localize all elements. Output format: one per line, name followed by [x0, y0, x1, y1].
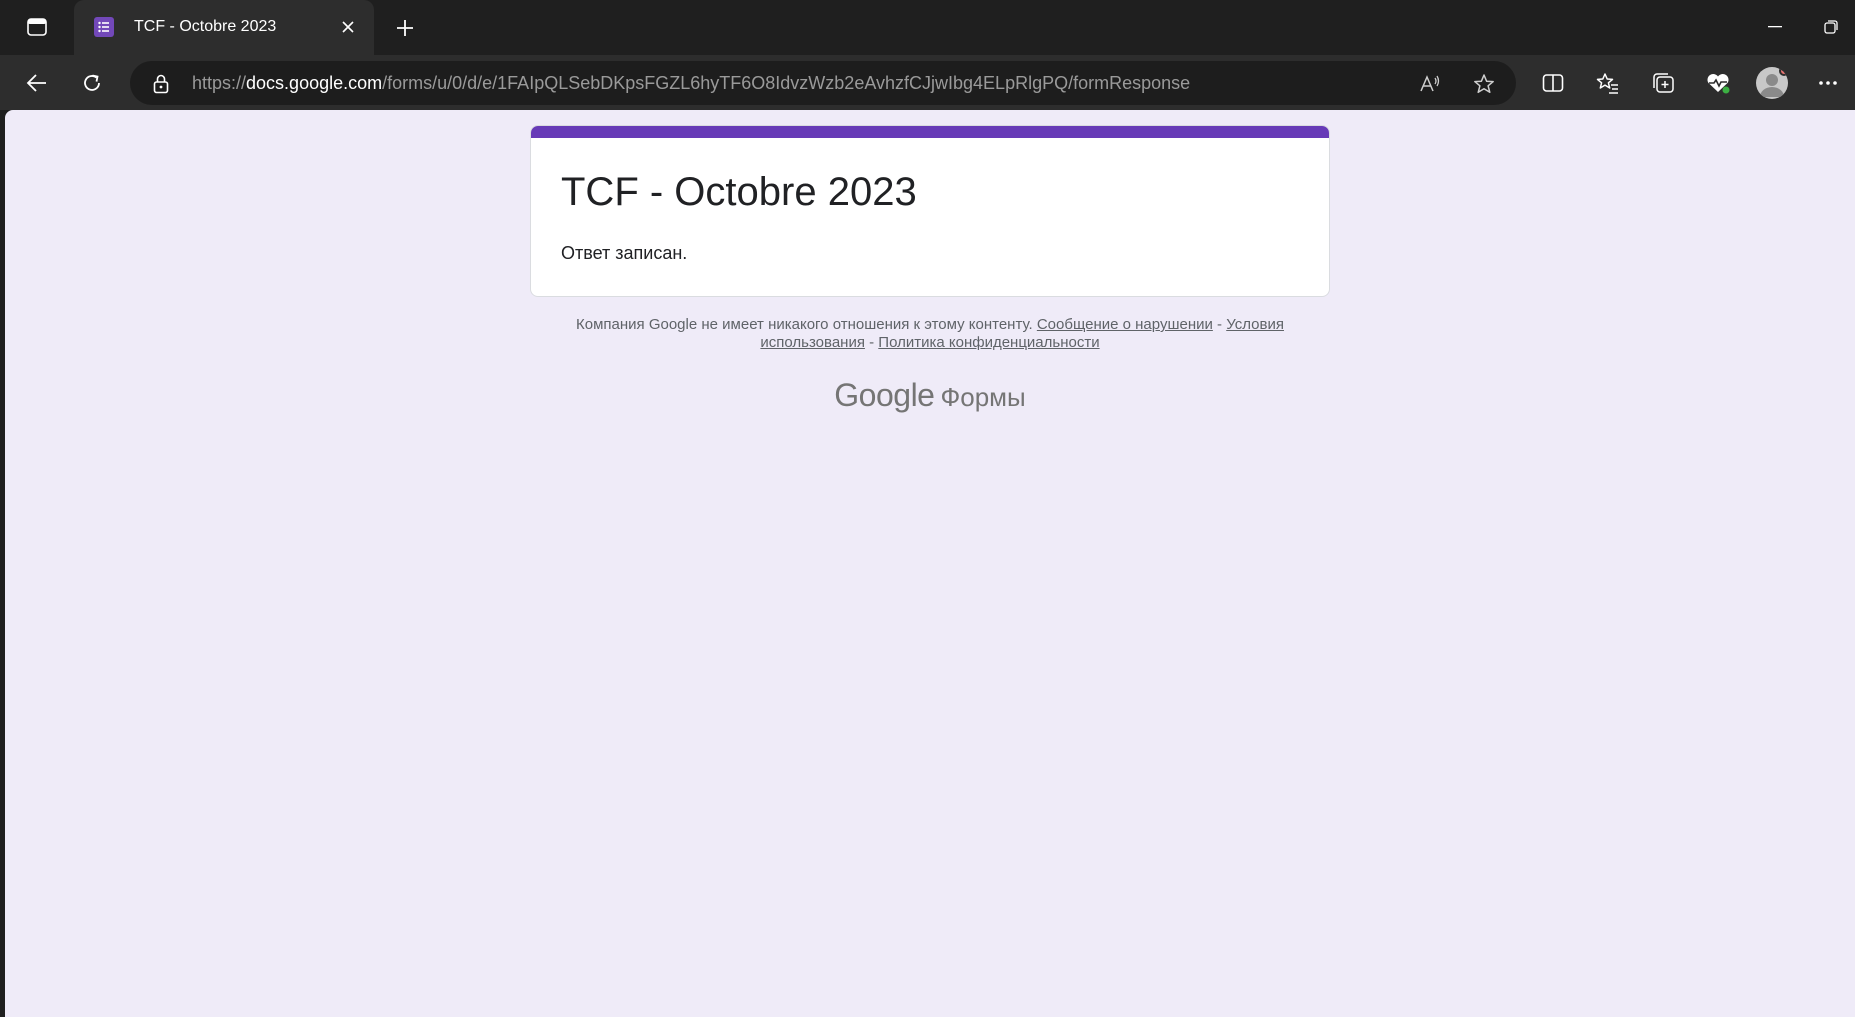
tab-actions-button[interactable]: [22, 14, 52, 40]
forms-wordmark: Формы: [940, 382, 1026, 412]
favorites-list-icon: [1596, 73, 1618, 94]
refresh-icon: [84, 74, 100, 91]
more-dots-icon: [1819, 81, 1837, 85]
separator: -: [1217, 316, 1223, 333]
back-arrow-icon: [26, 74, 46, 92]
plus-icon: [397, 20, 413, 36]
read-aloud-icon: [1420, 75, 1440, 92]
report-abuse-link[interactable]: Сообщение о нарушении: [1037, 316, 1213, 333]
split-screen-icon: [1542, 74, 1564, 92]
active-tab[interactable]: TCF - Octobre 2023: [74, 0, 374, 55]
minimize-window-button[interactable]: [1762, 16, 1788, 38]
browser-essentials-button[interactable]: [1699, 64, 1737, 102]
disclaimer-text: Компания Google не имеет никакого отноше…: [576, 316, 1033, 333]
restore-icon: [1824, 20, 1838, 34]
tab-actions-icon: [27, 18, 47, 36]
close-icon: [342, 21, 354, 33]
collections-icon: [1653, 73, 1674, 93]
read-aloud-button[interactable]: [1416, 70, 1444, 98]
url-host: docs.google.com: [246, 73, 383, 93]
minimize-icon: [1768, 26, 1782, 28]
tab-title: TCF - Octobre 2023: [134, 18, 277, 35]
page-content: TCF - Octobre 2023 Ответ записан. Компан…: [5, 110, 1855, 1017]
back-button[interactable]: [18, 64, 56, 102]
google-wordmark: Google: [834, 377, 935, 413]
restore-window-button[interactable]: [1818, 16, 1844, 38]
collections-button[interactable]: [1644, 64, 1682, 102]
tab-strip: TCF - Octobre 2023: [0, 0, 1855, 55]
url-text[interactable]: https://docs.google.com/forms/u/0/d/e/1F…: [192, 73, 1190, 94]
refresh-button[interactable]: [73, 64, 111, 102]
google-forms-logo[interactable]: Google Формы: [530, 377, 1330, 414]
separator: -: [869, 334, 875, 351]
response-recorded-message: Ответ записан.: [561, 243, 688, 263]
settings-more-button[interactable]: [1809, 64, 1847, 102]
star-icon: [1474, 74, 1494, 94]
close-tab-button[interactable]: [336, 15, 360, 39]
lock-icon[interactable]: [150, 73, 172, 95]
form-title: TCF - Octobre 2023: [561, 170, 917, 214]
favorites-button[interactable]: [1589, 64, 1627, 102]
google-forms-favicon-icon: [94, 17, 114, 37]
form-accent-bar: [531, 126, 1329, 138]
browser-toolbar: https://docs.google.com/forms/u/0/d/e/1F…: [0, 55, 1855, 110]
profile-avatar[interactable]: [1756, 67, 1788, 99]
url-path: /forms/u/0/d/e/1FAIpQLSebDKpsFGZL6hyTF6O…: [382, 73, 1191, 93]
split-screen-button[interactable]: [1534, 64, 1572, 102]
address-bar[interactable]: https://docs.google.com/forms/u/0/d/e/1F…: [130, 61, 1516, 105]
footer-disclaimer: Компания Google не имеет никакого отноше…: [530, 316, 1330, 352]
form-response-card: TCF - Octobre 2023 Ответ записан.: [530, 125, 1330, 297]
add-favorite-button[interactable]: [1470, 70, 1498, 98]
notification-dot: [1779, 67, 1788, 76]
url-scheme: https://: [192, 73, 247, 93]
heart-pulse-icon: [1707, 73, 1730, 94]
new-tab-button[interactable]: [390, 13, 420, 43]
privacy-link[interactable]: Политика конфиденциальности: [878, 334, 1099, 351]
